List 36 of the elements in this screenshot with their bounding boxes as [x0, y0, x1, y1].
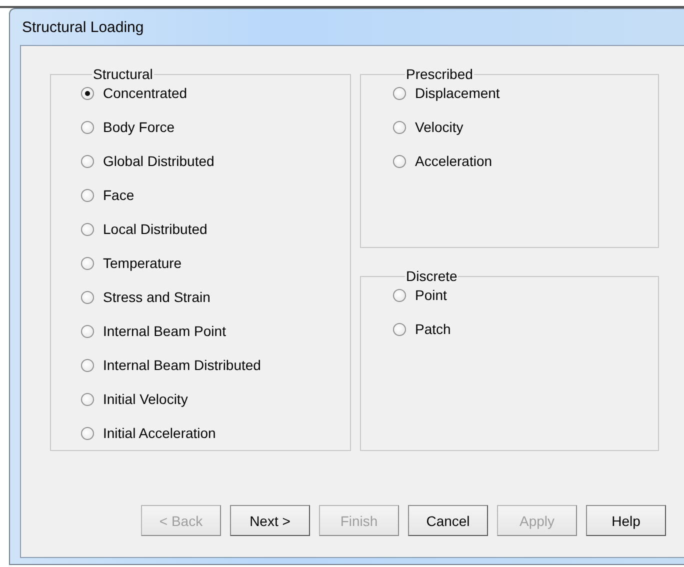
radio-option[interactable]: Global Distributed [81, 144, 214, 178]
radio-icon[interactable] [81, 86, 94, 100]
radio-option[interactable]: Initial Velocity [81, 382, 188, 416]
radio-icon[interactable] [81, 222, 94, 236]
radio-icon[interactable] [81, 290, 94, 304]
dialog-button[interactable]: Next > [230, 505, 310, 536]
radio-option[interactable]: Patch [393, 312, 451, 346]
group-title: Structural [92, 66, 154, 82]
radio-option[interactable]: Internal Beam Distributed [81, 348, 261, 382]
dialog-button[interactable]: Help [586, 505, 666, 536]
radio-icon[interactable] [81, 188, 94, 202]
radio-icon[interactable] [81, 120, 94, 134]
radio-option[interactable]: Velocity [393, 110, 464, 144]
radio-icon[interactable] [81, 358, 94, 372]
radio-icon[interactable] [393, 86, 406, 100]
dialog-button[interactable]: Cancel [408, 505, 488, 536]
radio-option[interactable]: Temperature [81, 246, 182, 280]
group-title: Discrete [405, 268, 458, 284]
radio-icon[interactable] [81, 392, 94, 406]
radio-option[interactable]: Stress and Strain [81, 280, 210, 314]
radio-icon[interactable] [393, 322, 406, 336]
radio-option[interactable]: Face [81, 178, 134, 212]
radio-icon[interactable] [393, 120, 406, 134]
radio-option[interactable]: Internal Beam Point [81, 314, 226, 348]
radio-icon[interactable] [81, 256, 94, 270]
radio-icon[interactable] [81, 154, 94, 168]
window-title: Structural Loading [21, 18, 144, 36]
radio-icon[interactable] [393, 288, 406, 302]
radio-option[interactable]: Local Distributed [81, 212, 208, 246]
group-title: Prescribed [405, 66, 474, 82]
radio-option[interactable]: Initial Acceleration [81, 416, 216, 450]
radio-option[interactable]: Acceleration [393, 144, 492, 178]
radio-icon[interactable] [81, 426, 94, 440]
radio-option[interactable]: Body Force [81, 110, 175, 144]
radio-icon[interactable] [393, 154, 406, 168]
radio-icon[interactable] [81, 324, 94, 338]
